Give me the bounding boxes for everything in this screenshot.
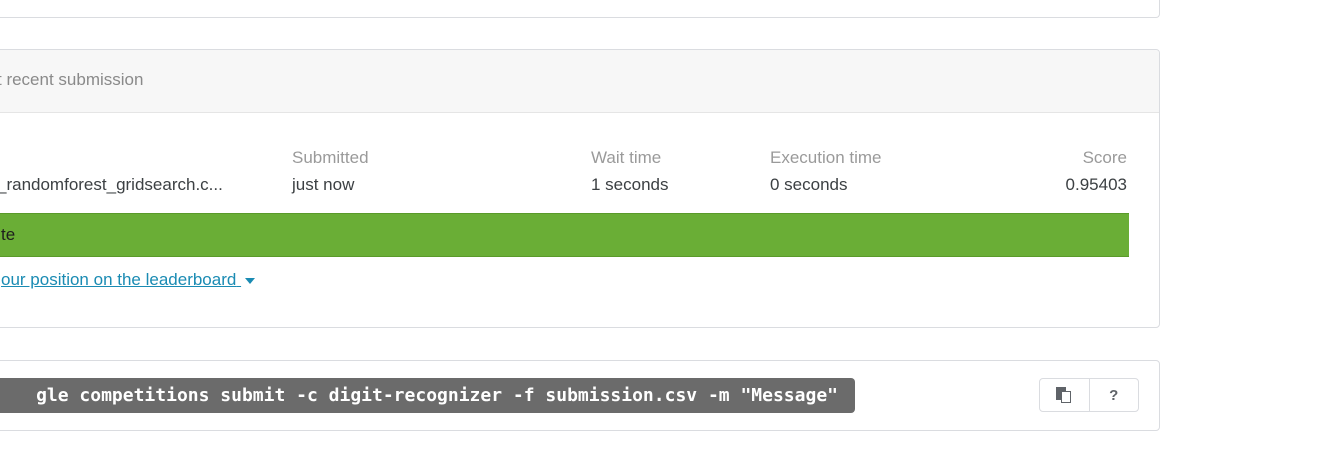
card-header: t recent submission <box>0 50 1159 113</box>
card-title: t recent submission <box>0 70 144 89</box>
submission-filename: _randomforest_gridsearch.c... <box>0 175 223 194</box>
copy-button[interactable] <box>1040 379 1089 411</box>
previous-card <box>0 0 1160 18</box>
leaderboard-position-link[interactable]: our position on the leaderboard <box>1 270 256 290</box>
status-bar: te <box>0 213 1129 257</box>
api-command-code[interactable]: gle competitions submit -c digit-recogni… <box>0 378 855 413</box>
api-actions: ? <box>1039 378 1139 412</box>
caret-down-icon <box>245 277 256 284</box>
api-command-card: gle competitions submit -c digit-recogni… <box>0 360 1160 431</box>
api-command-text: gle competitions submit -c digit-recogni… <box>36 385 838 406</box>
help-button-label: ? <box>1109 386 1119 404</box>
submitted-value: just now <box>292 175 355 194</box>
leaderboard-link-label: our position on the leaderboard <box>1 270 237 289</box>
wait-time-label: Wait time <box>591 148 662 167</box>
execution-time-label: Execution time <box>770 148 882 167</box>
copy-icon <box>1055 386 1073 404</box>
score-value: 0.95403 <box>1065 175 1127 194</box>
recent-submission-card: t recent submission Submitted Wait time … <box>0 49 1160 328</box>
submitted-label: Submitted <box>292 148 369 167</box>
score-label: Score <box>1082 148 1127 167</box>
wait-time-value: 1 seconds <box>591 175 669 194</box>
status-text: te <box>1 225 16 244</box>
help-button[interactable]: ? <box>1088 379 1139 411</box>
execution-time-value: 0 seconds <box>770 175 848 194</box>
